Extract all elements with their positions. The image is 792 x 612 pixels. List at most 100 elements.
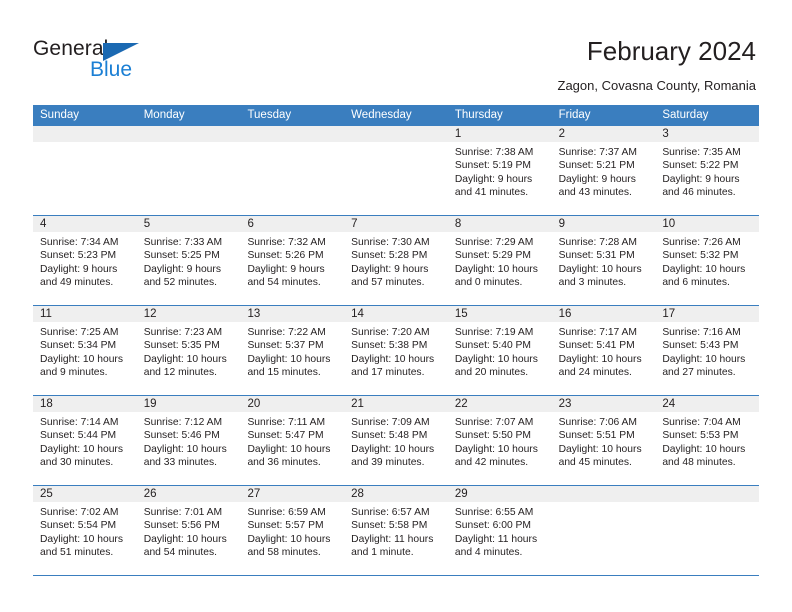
day-detail-line: and 3 minutes. (558, 276, 627, 288)
day-cell[interactable]: 22 Sunrise: 7:07 AM Sunset: 5:50 PM Dayligh… (447, 396, 552, 485)
day-cell[interactable]: 4 Sunrise: 7:34 AM Sunset: 5:23 PM Daylight… (33, 216, 137, 305)
day-detail-line: Sunset: 5:34 PM (40, 340, 117, 352)
day-cell[interactable]: 6 Sunrise: 7:32 AM Sunset: 5:26 PM Daylight… (240, 216, 345, 305)
day-number: 8 (454, 218, 462, 230)
page-title: February 2024 (586, 36, 756, 66)
weekday-header-thursday: Thursday (454, 109, 503, 121)
day-cell[interactable]: 13 Sunrise: 7:22 AM Sunset: 5:37 PM Dayligh… (240, 306, 345, 395)
day-detail-line: Daylight: 10 hours (662, 263, 746, 275)
day-cell[interactable]: 9 Sunrise: 7:28 AM Sunset: 5:31 PM Daylight… (551, 216, 656, 305)
day-cell[interactable]: 20 Sunrise: 7:11 AM Sunset: 5:47 PM Dayligh… (240, 396, 345, 485)
day-number-strip: 8 (447, 216, 552, 232)
day-detail-line: and 33 minutes. (143, 456, 217, 468)
day-number: 16 (558, 308, 572, 320)
day-detail-line: Sunset: 5:58 PM (351, 520, 428, 532)
day-cell[interactable]: 24 Sunrise: 7:04 AM Sunset: 5:53 PM Dayligh… (655, 396, 760, 485)
day-detail-line: and 54 minutes. (247, 276, 321, 288)
day-details (240, 142, 344, 146)
day-cell[interactable]: 10 Sunrise: 7:26 AM Sunset: 5:32 PM Dayligh… (655, 216, 760, 305)
day-cell[interactable]: 21 Sunrise: 7:09 AM Sunset: 5:48 PM Dayligh… (344, 396, 448, 485)
day-detail-line: Sunset: 5:23 PM (40, 250, 117, 262)
day-detail-line: Sunrise: 7:26 AM (662, 237, 741, 248)
day-cell[interactable]: 1 Sunrise: 7:38 AM Sunset: 5:19 PM Daylight… (447, 126, 552, 215)
calendar-week-row: 1 Sunrise: 7:38 AM Sunset: 5:19 PM Daylight… (33, 126, 760, 216)
day-number-strip: 21 (344, 396, 448, 412)
day-number-strip (136, 126, 241, 142)
day-cell-empty (136, 126, 241, 215)
day-cell[interactable]: 11 Sunrise: 7:25 AM Sunset: 5:34 PM Dayligh… (33, 306, 137, 395)
day-detail-line: Sunset: 5:54 PM (40, 520, 117, 532)
day-cell[interactable]: 3 Sunrise: 7:35 AM Sunset: 5:22 PM Daylight… (655, 126, 760, 215)
day-cell[interactable]: 18 Sunrise: 7:14 AM Sunset: 5:44 PM Dayligh… (33, 396, 137, 485)
day-cell[interactable]: 16 Sunrise: 7:17 AM Sunset: 5:41 PM Dayligh… (551, 306, 656, 395)
day-detail-line: Sunrise: 6:55 AM (454, 507, 534, 518)
day-cell[interactable]: 7 Sunrise: 7:30 AM Sunset: 5:28 PM Daylight… (344, 216, 448, 305)
day-detail-line: Daylight: 10 hours (662, 353, 746, 365)
day-detail-line: Sunset: 6:00 PM (454, 520, 532, 532)
day-detail-line: Sunrise: 7:04 AM (662, 417, 741, 428)
day-cell[interactable]: 28 Sunrise: 6:57 AM Sunset: 5:58 PM Dayligh… (344, 486, 448, 575)
day-number-strip: 27 (240, 486, 345, 502)
day-cell[interactable]: 14 Sunrise: 7:20 AM Sunset: 5:38 PM Dayligh… (344, 306, 448, 395)
day-detail-line: and 39 minutes. (351, 456, 425, 468)
day-detail-line: Daylight: 9 hours (454, 173, 533, 185)
day-number: 18 (40, 398, 53, 410)
day-cell-empty (240, 126, 345, 215)
day-detail-line: and 0 minutes. (454, 276, 523, 288)
day-details: Sunrise: 7:38 AM Sunset: 5:19 PM Daylight:… (448, 142, 552, 199)
day-cell[interactable]: 17 Sunrise: 7:16 AM Sunset: 5:43 PM Dayligh… (655, 306, 760, 395)
day-detail-line: Daylight: 11 hours (454, 533, 538, 545)
day-detail-line: Daylight: 10 hours (143, 353, 227, 365)
day-number-strip: 15 (447, 306, 552, 322)
day-detail-line: Sunrise: 7:33 AM (143, 237, 223, 248)
day-number: 5 (143, 218, 151, 230)
day-number: 9 (558, 218, 565, 230)
day-detail-line: Daylight: 10 hours (247, 533, 331, 545)
day-detail-line: Sunset: 5:21 PM (558, 160, 635, 172)
day-cell[interactable]: 15 Sunrise: 7:19 AM Sunset: 5:40 PM Dayligh… (447, 306, 552, 395)
day-detail-line: Daylight: 10 hours (40, 353, 123, 365)
day-number: 17 (662, 308, 676, 320)
day-number: 22 (454, 398, 468, 410)
day-details: Sunrise: 6:57 AM Sunset: 5:58 PM Daylight:… (344, 502, 448, 559)
day-details: Sunrise: 7:30 AM Sunset: 5:28 PM Daylight:… (344, 232, 448, 289)
day-detail-line: and 4 minutes. (454, 546, 523, 558)
day-number: 7 (351, 218, 358, 230)
day-details (655, 502, 759, 506)
day-detail-line: Sunset: 5:48 PM (351, 430, 428, 442)
day-cell[interactable]: 23 Sunrise: 7:06 AM Sunset: 5:51 PM Dayligh… (551, 396, 656, 485)
day-number: 20 (247, 398, 261, 410)
day-detail-line: and 49 minutes. (40, 276, 114, 288)
day-detail-line: and 24 minutes. (558, 366, 632, 378)
day-number-strip: 26 (136, 486, 241, 502)
day-number: 28 (351, 488, 364, 500)
day-detail-line: Sunset: 5:57 PM (247, 520, 324, 532)
day-details: Sunrise: 7:23 AM Sunset: 5:35 PM Daylight:… (137, 322, 241, 379)
day-cell[interactable]: 27 Sunrise: 6:59 AM Sunset: 5:57 PM Dayligh… (240, 486, 345, 575)
day-detail-line: and 58 minutes. (247, 546, 321, 558)
weekday-header-saturday: Saturday (662, 109, 709, 121)
day-number: 13 (247, 308, 261, 320)
day-detail-line: Daylight: 10 hours (662, 443, 746, 455)
day-cell[interactable]: 26 Sunrise: 7:01 AM Sunset: 5:56 PM Dayligh… (136, 486, 241, 575)
day-cell[interactable]: 2 Sunrise: 7:37 AM Sunset: 5:21 PM Daylight… (551, 126, 656, 215)
day-detail-line: Sunset: 5:29 PM (454, 250, 532, 262)
day-number: 4 (40, 218, 47, 230)
day-number: 3 (662, 128, 669, 140)
day-detail-line: and 36 minutes. (247, 456, 321, 468)
day-detail-line: and 20 minutes. (454, 366, 529, 378)
day-cell[interactable]: 29 Sunrise: 6:55 AM Sunset: 6:00 PM Dayligh… (447, 486, 552, 575)
day-detail-line: and 57 minutes. (351, 276, 425, 288)
day-detail-line: Sunrise: 7:35 AM (662, 147, 741, 158)
day-cell[interactable]: 12 Sunrise: 7:23 AM Sunset: 5:35 PM Dayligh… (136, 306, 241, 395)
day-cell[interactable]: 25 Sunrise: 7:02 AM Sunset: 5:54 PM Dayligh… (33, 486, 137, 575)
day-number: 6 (247, 218, 254, 230)
day-cell[interactable]: 5 Sunrise: 7:33 AM Sunset: 5:25 PM Daylight… (136, 216, 241, 305)
day-cell[interactable]: 19 Sunrise: 7:12 AM Sunset: 5:46 PM Dayligh… (136, 396, 241, 485)
day-detail-line: Sunset: 5:32 PM (662, 250, 739, 262)
day-cell[interactable]: 8 Sunrise: 7:29 AM Sunset: 5:29 PM Daylight… (447, 216, 552, 305)
day-cell-empty (655, 486, 760, 575)
page-header: General Blue February 2024 Zagon, Covasn… (0, 0, 792, 100)
day-details: Sunrise: 7:34 AM Sunset: 5:23 PM Daylight:… (33, 232, 137, 289)
day-number-strip: 10 (655, 216, 760, 232)
